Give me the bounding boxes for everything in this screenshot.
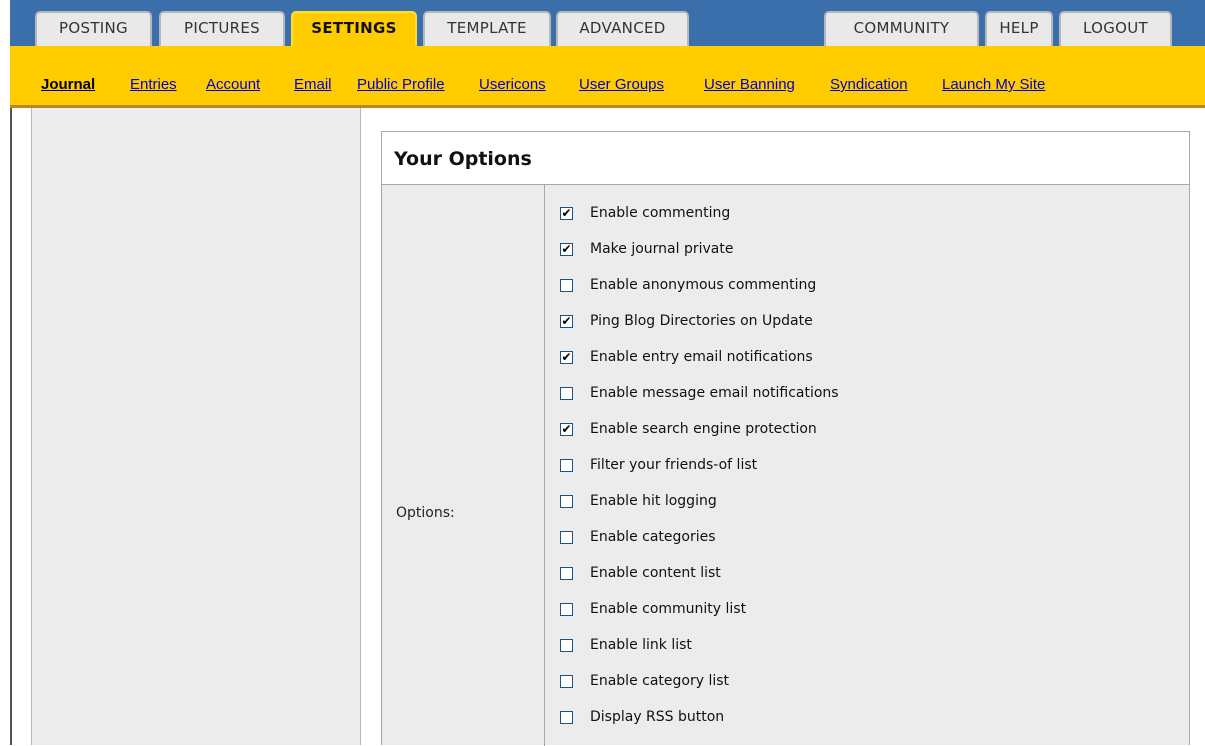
checkbox-enable-hit-logging[interactable]: [560, 495, 573, 508]
options-title: Your Options: [382, 132, 1189, 185]
option-label: Display RSS button: [590, 709, 725, 725]
option-label: Enable anonymous commenting: [590, 277, 817, 293]
option-label: Enable category list: [590, 673, 730, 689]
settings-sub-navigation: Journal Entries Account Email Public Pro…: [10, 46, 1205, 108]
subnav-public-profile[interactable]: Public Profile: [357, 76, 445, 93]
tab-settings[interactable]: SETTINGS: [291, 11, 417, 46]
checkbox-ping-blog-directories-on-update[interactable]: [560, 315, 573, 328]
checkbox-enable-content-list[interactable]: [560, 567, 573, 580]
checkbox-enable-category-list[interactable]: [560, 675, 573, 688]
option-label: Make journal private: [590, 241, 734, 257]
tab-advanced[interactable]: ADVANCED: [556, 11, 689, 46]
checkbox-enable-entry-email-notifications[interactable]: [560, 351, 573, 364]
subnav-account[interactable]: Account: [206, 76, 260, 93]
options-column-divider: [544, 185, 545, 746]
subnav-syndication[interactable]: Syndication: [830, 76, 908, 93]
options-panel: Your Options Options: Enable commenting M…: [381, 131, 1190, 746]
tab-help[interactable]: HELP: [985, 11, 1053, 46]
tab-posting[interactable]: POSTING: [35, 11, 152, 46]
option-label: Enable community list: [590, 601, 747, 617]
option-label: Enable categories: [590, 529, 716, 545]
checkbox-make-journal-private[interactable]: [560, 243, 573, 256]
page-frame-border: [10, 108, 12, 745]
option-label: Ping Blog Directories on Update: [590, 313, 813, 329]
options-label: Options:: [396, 505, 455, 521]
checkbox-enable-anonymous-commenting[interactable]: [560, 279, 573, 292]
subnav-launch-my-site[interactable]: Launch My Site: [942, 76, 1045, 93]
option-label: Enable search engine protection: [590, 421, 817, 437]
subnav-journal[interactable]: Journal: [41, 76, 95, 93]
top-navigation-bar: POSTING PICTURES SETTINGS TEMPLATE ADVAN…: [10, 0, 1205, 46]
subnav-usericons[interactable]: Usericons: [479, 76, 546, 93]
checkbox-display-rss-button[interactable]: [560, 711, 573, 724]
checkbox-enable-categories[interactable]: [560, 531, 573, 544]
checkbox-enable-link-list[interactable]: [560, 639, 573, 652]
option-label: Enable commenting: [590, 205, 731, 221]
tab-logout[interactable]: LOGOUT: [1059, 11, 1172, 46]
option-label: Enable entry email notifications: [590, 349, 813, 365]
subnav-entries[interactable]: Entries: [130, 76, 177, 93]
tab-pictures[interactable]: PICTURES: [159, 11, 285, 46]
left-sidebar: [31, 108, 361, 745]
subnav-user-banning[interactable]: User Banning: [704, 76, 795, 93]
subnav-user-groups[interactable]: User Groups: [579, 76, 664, 93]
checkbox-enable-commenting[interactable]: [560, 207, 573, 220]
option-label: Enable content list: [590, 565, 721, 581]
option-label: Enable hit logging: [590, 493, 717, 509]
option-label: Filter your friends-of list: [590, 457, 758, 473]
checkbox-enable-message-email-notifications[interactable]: [560, 387, 573, 400]
option-label: Enable link list: [590, 637, 692, 653]
checkbox-enable-community-list[interactable]: [560, 603, 573, 616]
option-label: Enable message email notifications: [590, 385, 839, 401]
checkbox-filter-your-friends-of-list[interactable]: [560, 459, 573, 472]
subnav-email[interactable]: Email: [294, 76, 332, 93]
checkbox-enable-search-engine-protection[interactable]: [560, 423, 573, 436]
tab-community[interactable]: COMMUNITY: [824, 11, 979, 46]
tab-template[interactable]: TEMPLATE: [423, 11, 551, 46]
